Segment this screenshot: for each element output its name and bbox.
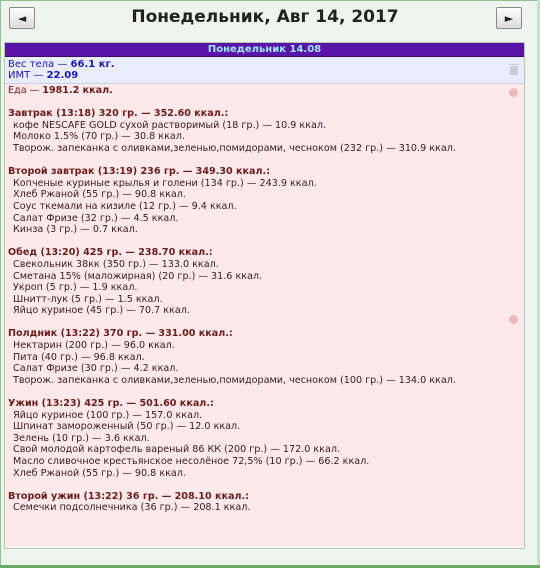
list-item: Хлеб Ржаной (55 гр.) — 90.8 ккал. [13,189,186,201]
list-item: Укроп (5 гр.) — 1.9 ккал. [13,282,138,294]
list-item: Салат Фризе (30 гр.) — 4.2 ккал. [13,363,179,375]
list-item: Масло сливочное крестьянское несолёное 7… [13,456,370,467]
bmi-line: ИМТ — 22.09 [8,70,520,81]
list-item: Нектарин (200 гр.) — 96.0 ккал. [13,340,175,352]
meal-header: Завтрак (13:18) 320 гр. — 352.60 ккал.: [8,108,229,120]
list-item: Творож. запеканка с оливками,зеленью,пом… [13,374,456,386]
list-item: Молоко 1.5% (70 гр.) — 30.8 ккал. [13,131,185,143]
food-total: Еда — 1981.2 ккал. [8,85,520,97]
day-label: Понедельник 14.08 [5,43,524,57]
arrow-left-icon: ◄ [17,11,27,25]
list-item: Шпинат замороженный (50 гр.) — 12.0 ккал… [13,421,241,433]
list-item: Салат Фризе (32 гр.) — 4.5 ккал. [13,212,179,224]
weight-value: 66.1 кг. [70,59,115,70]
meal-header: Второй ужин (13:22) 36 гр. — 208.10 ккал… [8,490,249,502]
list-item: кофе NESCAFE GOLD сухой растворимый (18 … [13,119,327,131]
date-header: ◄ Понедельник, Авг 14, 2017 ► [0,0,540,38]
apple-icon[interactable] [509,88,518,97]
apple-icon[interactable] [509,315,518,324]
body-stats[interactable]: Вес тела — 66.1 кг. ИМТ — 22.09 [5,57,524,84]
prev-day-button[interactable]: ◄ [9,7,35,29]
list-item: Соус ткемали на кизиле (12 гр.) — 9.4 кк… [13,200,237,212]
list-item: Свой молодой картофель вареный 86 КК (20… [13,444,341,456]
meal-header: Второй завтрак (13:19) 236 гр. — 349.30 … [8,166,271,178]
meal-dinner[interactable]: Ужин (13:23) 425 гр. — 501.60 ккал.: Яйц… [8,398,520,479]
day-panel: Понедельник 14.08 Вес тела — 66.1 кг. ИМ… [4,42,525,549]
meal-header: Ужин (13:23) 425 гр. — 501.60 ккал.: [8,398,214,410]
bmi-label: ИМТ — [8,70,47,81]
list-item: Свекольник 38кк (350 гр.) — 133.0 ккал. [13,258,219,270]
list-item: Яйцо куриное (45 гр.) — 70.7 ккал. [13,305,190,317]
weight-line: Вес тела — 66.1 кг. [8,59,520,70]
list-item: Кинза (3 гр.) — 0.7 ккал. [13,224,138,236]
food-total-label: Еда — [8,85,43,96]
list-item: Хлеб Ржаной (55 гр.) — 90.8 ккал. [13,467,186,479]
food-total-value: 1981.2 ккал. [42,85,113,96]
meal-breakfast[interactable]: Завтрак (13:18) 320 гр. — 352.60 ккал.: … [8,108,520,154]
meal-second-dinner[interactable]: Второй ужин (13:22) 36 гр. — 208.10 ккал… [8,491,520,514]
meal-header: Полдник (13:22) 370 гр. — 331.00 ккал.: [8,328,233,340]
meal-lunch[interactable]: Обед (13:20) 425 гр. — 238.70 ккал.: Све… [8,247,520,317]
list-item: Сметана 15% (маложирная) (20 гр.) — 31.6… [13,270,263,282]
page-title: Понедельник, Авг 14, 2017 [131,7,399,27]
list-item: Шнитт-лук (5 гр.) — 1.5 ккал. [13,293,163,305]
meal-header: Обед (13:20) 425 гр. — 238.70 ккал.: [8,247,213,259]
list-item: Семечки подсолнечника (36 гр.) — 208.1 к… [13,502,251,514]
list-item: Пита (40 гр.) — 96.8 ккал. [13,351,145,363]
list-item: Яйцо куриное (100 гр.) — 157.0 ккал. [13,409,203,421]
list-item: Творож. запеканка с оливками,зеленью,пом… [13,142,456,154]
bmi-value: 22.09 [46,70,79,81]
list-item: Зелень (10 гр.) — 3.6 ккал. [13,432,150,444]
list-item: Копченые куриные крылья и голени (134 гр… [13,177,317,189]
next-day-button[interactable]: ► [496,7,522,29]
arrow-right-icon: ► [504,11,514,25]
food-log[interactable]: Еда — 1981.2 ккал. Завтрак (13:18) 320 г… [5,84,524,547]
meal-snack[interactable]: Полдник (13:22) 370 гр. — 331.00 ккал.: … [8,328,520,386]
meal-second-breakfast[interactable]: Второй завтрак (13:19) 236 гр. — 349.30 … [8,166,520,236]
trash-icon[interactable] [509,64,519,75]
weight-label: Вес тела — [8,59,71,70]
